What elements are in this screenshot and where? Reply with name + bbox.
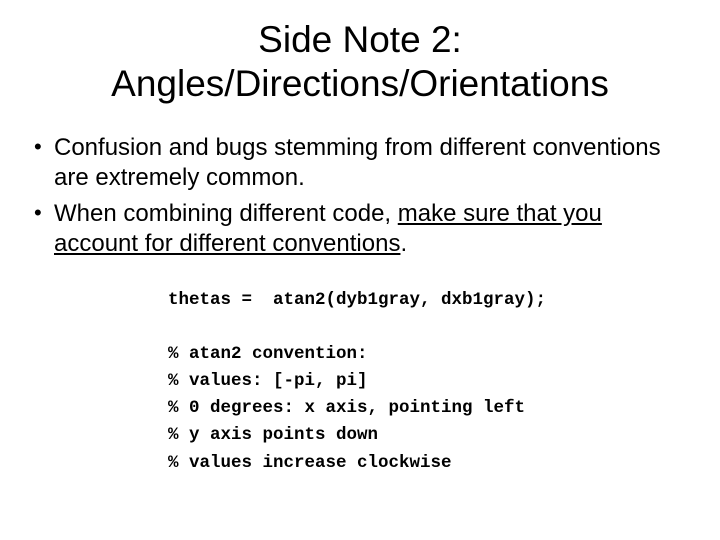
code-line-2: % atan2 convention: [168, 344, 368, 364]
code-line-1: thetas = atan2(dyb1gray, dxb1gray); [168, 290, 546, 310]
bullet-text-1: Confusion and bugs stemming from differe… [54, 134, 661, 191]
slide-title: Side Note 2: Angles/Directions/Orientati… [68, 18, 652, 107]
code-block: thetas = atan2(dyb1gray, dxb1gray); % at… [168, 287, 692, 477]
bullet-item-1: Confusion and bugs stemming from differe… [30, 133, 692, 193]
title-line-2: Angles/Directions/Orientations [111, 63, 609, 104]
code-line-6: % values increase clockwise [168, 453, 452, 473]
bullet-text-2a: When combining different code, [54, 200, 398, 227]
code-line-4: % 0 degrees: x axis, pointing left [168, 398, 525, 418]
bullet-text-2c: . [400, 230, 407, 257]
bullet-item-2: When combining different code, make sure… [30, 199, 692, 259]
code-line-5: % y axis points down [168, 425, 378, 445]
slide: Side Note 2: Angles/Directions/Orientati… [0, 0, 720, 540]
bullet-list: Confusion and bugs stemming from differe… [30, 133, 692, 259]
title-line-1: Side Note 2: [258, 19, 462, 60]
code-line-3: % values: [-pi, pi] [168, 371, 368, 391]
